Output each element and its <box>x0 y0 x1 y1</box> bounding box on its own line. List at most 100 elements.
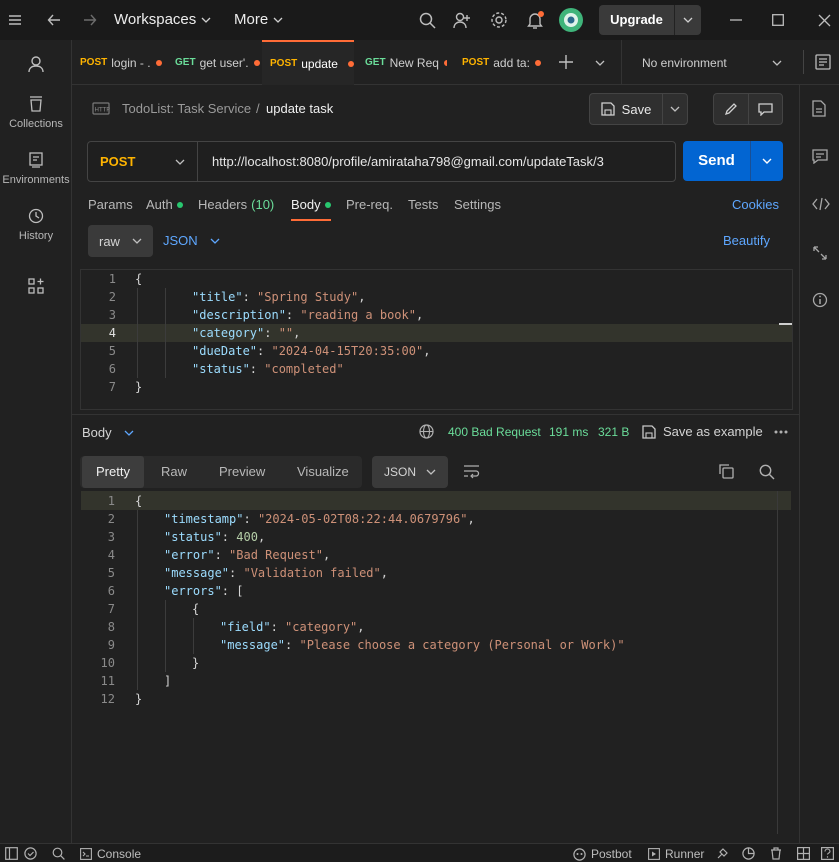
json-line: "timestamp": "2024-05-02T08:22:44.067979… <box>164 512 475 526</box>
configure-sidebar-icon[interactable] <box>0 278 72 294</box>
copy-icon[interactable] <box>719 464 734 479</box>
breadcrumb-collection[interactable]: TodoList: Task Service <box>122 101 251 116</box>
search-response-icon[interactable] <box>759 464 775 480</box>
workspaces-menu[interactable]: Workspaces <box>114 11 211 28</box>
code-snippet-icon[interactable] <box>812 197 830 215</box>
chevron-down-icon[interactable] <box>751 141 783 181</box>
tab-tests[interactable]: Tests <box>408 197 438 212</box>
body-indicator-dot <box>324 201 331 208</box>
url-input[interactable]: http://localhost:8080/profile/amirataha7… <box>198 154 604 169</box>
find-icon[interactable] <box>52 847 65 860</box>
tab-method: POST <box>462 57 490 68</box>
environment-quick-look-icon[interactable] <box>815 54 831 70</box>
menu-icon[interactable] <box>5 10 25 30</box>
tab-headers[interactable]: Headers (10) <box>198 197 274 212</box>
search-icon[interactable] <box>417 10 437 30</box>
runner-button[interactable]: Runner <box>648 847 704 861</box>
avatar[interactable] <box>558 7 584 33</box>
request-tabs-bar: POST login - . GET get user'. POST updat… <box>72 40 839 85</box>
tab-auth[interactable]: Auth <box>146 197 183 212</box>
beautify-link[interactable]: Beautify <box>723 233 770 248</box>
tab-body-label: Body <box>291 197 321 212</box>
tab-login[interactable]: POST login - . <box>80 40 168 85</box>
body-language-select[interactable]: JSON <box>163 233 220 248</box>
breadcrumb-request-name[interactable]: update task <box>266 101 333 116</box>
response-format-select[interactable]: JSON <box>372 456 448 488</box>
json-brace: { <box>135 272 143 286</box>
body-mode-select[interactable]: raw <box>88 225 153 257</box>
back-arrow-icon[interactable] <box>44 10 64 30</box>
forward-arrow-icon[interactable] <box>80 10 100 30</box>
documentation-icon[interactable] <box>812 100 830 118</box>
tab-settings[interactable]: Settings <box>454 197 501 212</box>
tab-body[interactable]: Body <box>291 197 331 212</box>
two-pane-view-icon[interactable] <box>797 847 810 860</box>
send-button[interactable]: Send <box>683 141 783 181</box>
wrap-lines-icon[interactable] <box>463 464 480 479</box>
upgrade-button[interactable]: Upgrade <box>599 5 701 35</box>
chevron-down-icon[interactable] <box>663 106 687 112</box>
json-brace: } <box>192 656 200 670</box>
tab-get-user[interactable]: GET get user'. <box>175 40 263 85</box>
response-body-select[interactable]: Body <box>82 425 134 440</box>
tab-prereq-label: Pre-req. <box>346 197 393 212</box>
more-options-icon[interactable] <box>774 430 788 434</box>
postbot-label: Postbot <box>591 847 632 861</box>
tab-update[interactable]: POST update <box>262 40 354 85</box>
close-icon[interactable] <box>814 10 834 30</box>
cookies-link[interactable]: Cookies <box>732 197 779 212</box>
send-label: Send <box>683 141 751 181</box>
invite-user-icon[interactable] <box>452 10 472 30</box>
related-collections-icon[interactable] <box>812 245 830 263</box>
tab-add-task[interactable]: POST add ta: <box>462 40 544 85</box>
info-icon[interactable] <box>812 292 830 310</box>
response-body-code: 1 { 2 "timestamp": "2024-05-02T08:22:44.… <box>80 492 777 722</box>
comments-icon[interactable] <box>812 149 830 167</box>
cookies-status-icon[interactable] <box>742 847 755 860</box>
runner-label: Runner <box>665 847 705 861</box>
runner-icon <box>648 848 660 860</box>
save-as-example-button[interactable]: Save as example <box>642 424 763 439</box>
line-number: 6 <box>108 362 116 376</box>
svg-text:HTTP: HTTP <box>95 107 111 114</box>
tab-label: New Req <box>389 55 439 70</box>
console-button[interactable]: Console <box>80 847 141 861</box>
sidebar-item-environments[interactable]: Environments <box>0 152 72 186</box>
chevron-down-icon[interactable] <box>675 5 701 35</box>
line-number: 9 <box>107 638 115 652</box>
chevron-down-icon <box>175 159 185 165</box>
response-time[interactable]: 191 ms <box>549 425 588 439</box>
tab-pretty[interactable]: Pretty <box>82 456 144 488</box>
maximize-icon[interactable] <box>768 10 788 30</box>
tabs-overflow-chevron-icon[interactable] <box>595 60 605 66</box>
notifications-bell-icon[interactable] <box>525 10 545 30</box>
save-button[interactable]: Save <box>589 93 688 125</box>
new-tab-plus-icon[interactable] <box>559 55 573 69</box>
sidebar-item-history[interactable]: History <box>0 208 72 242</box>
sidebar-item-collections[interactable]: Collections <box>0 96 72 130</box>
user-icon[interactable] <box>0 56 72 73</box>
response-status[interactable]: 400 Bad Request <box>448 425 541 439</box>
tab-params[interactable]: Params <box>88 197 133 212</box>
more-menu[interactable]: More <box>234 11 283 28</box>
toggle-sidebar-icon[interactable] <box>5 847 18 860</box>
tab-new-request[interactable]: GET New Req <box>365 40 447 85</box>
postbot-button[interactable]: Postbot <box>573 847 632 861</box>
help-icon[interactable] <box>821 847 834 860</box>
tab-visualize[interactable]: Visualize <box>283 456 363 488</box>
edit-pencil-icon[interactable] <box>714 94 749 124</box>
method-select[interactable]: POST <box>88 142 198 181</box>
settings-gear-icon[interactable] <box>489 10 509 30</box>
tab-pre-request[interactable]: Pre-req. <box>346 197 393 212</box>
online-status-icon[interactable] <box>24 847 37 860</box>
tab-raw[interactable]: Raw <box>147 456 201 488</box>
comment-icon[interactable] <box>749 94 782 124</box>
environment-select[interactable]: No environment <box>632 40 792 85</box>
tab-preview[interactable]: Preview <box>205 456 279 488</box>
response-size[interactable]: 321 B <box>598 425 629 439</box>
minimize-icon[interactable] <box>726 10 746 30</box>
trash-icon[interactable] <box>770 847 782 860</box>
proxy-icon[interactable] <box>716 847 729 860</box>
save-as-example-label: Save as example <box>663 424 763 439</box>
network-globe-icon[interactable] <box>419 424 434 439</box>
